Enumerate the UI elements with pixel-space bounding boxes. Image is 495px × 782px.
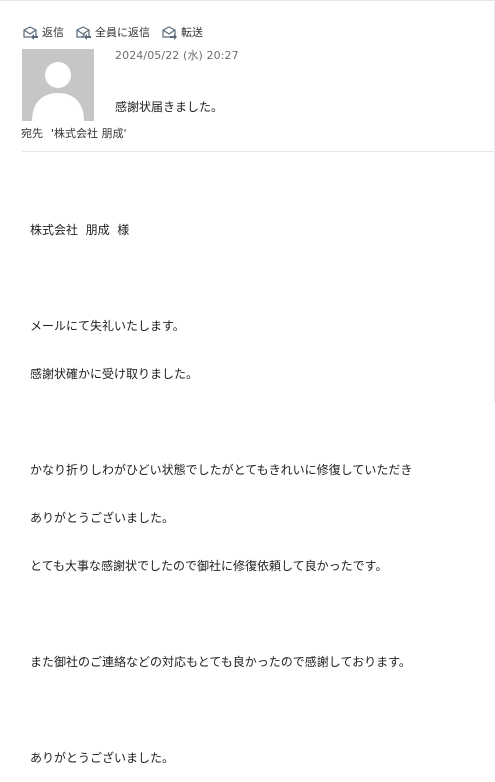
forward-button[interactable]: 転送: [161, 24, 203, 40]
reply-all-button[interactable]: 全員に返信: [75, 24, 150, 40]
body-line: かなり折りしわがひどい状態でしたがとてもきれいに修復していただき: [30, 463, 413, 477]
body-line: [30, 702, 412, 718]
body-line: [30, 270, 412, 286]
body-line: 株式会社 朋成 様: [30, 223, 130, 237]
body-line: メールにて失礼いたします。: [30, 319, 185, 333]
message-body: 株式会社 朋成 様 メールにて失礼いたします。 感謝状確かに受け取りました。 か…: [30, 190, 412, 782]
body-line: また御社のご連絡などの対応もとても良かったので感謝しております。: [30, 655, 411, 669]
to-label: 宛先: [21, 127, 43, 140]
recipient-line: 宛先 '株式会社 朋成': [21, 125, 127, 141]
body-line: ありがとうございました。: [30, 511, 175, 525]
message-subject: 感謝状届きました。: [115, 100, 224, 114]
reply-button[interactable]: 返信: [22, 24, 64, 40]
reply-all-icon: [75, 25, 92, 40]
body-line: ありがとうございました。: [30, 751, 175, 765]
body-line: [30, 606, 412, 622]
body-line: [30, 414, 412, 430]
reply-all-label: 全員に返信: [95, 26, 150, 39]
recipient-name[interactable]: '株式会社 朋成': [51, 125, 127, 141]
message-datetime: 2024/05/22 (水) 20:27: [115, 49, 239, 62]
person-silhouette-icon: [22, 49, 94, 121]
body-line: とても大事な感謝状でしたので御社に修復依頼して良かったです。: [30, 559, 388, 573]
body-line: 感謝状確かに受け取りました。: [30, 367, 199, 381]
reply-label: 返信: [42, 26, 64, 39]
reply-icon: [22, 25, 39, 40]
forward-icon: [161, 25, 178, 40]
message-toolbar: 返信 全員に返信 転送: [22, 22, 214, 42]
top-border: [0, 0, 495, 1]
forward-label: 転送: [181, 26, 203, 39]
sender-avatar[interactable]: [22, 49, 94, 121]
header-divider: [22, 151, 495, 152]
